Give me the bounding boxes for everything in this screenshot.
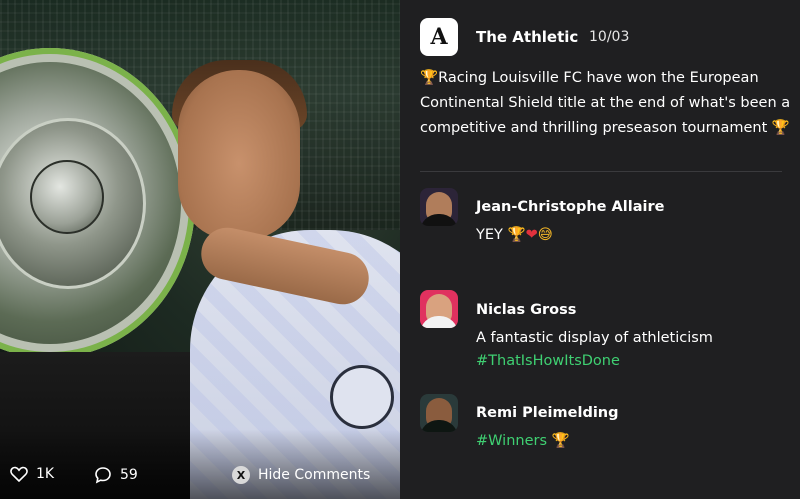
comment-hashtag[interactable]: #Winners — [476, 433, 547, 449]
heart-icon — [10, 466, 28, 482]
post-divider — [420, 171, 782, 172]
comment-author-name[interactable]: Niclas Gross — [476, 302, 576, 318]
comment-hashtag[interactable]: #ThatIsHowItsDone — [476, 353, 620, 369]
hide-comments-button[interactable]: X Hide Comments — [232, 466, 370, 484]
comment-text: A fantastic display of athleticism — [476, 330, 713, 346]
player-face — [178, 70, 300, 240]
commenter-avatar[interactable] — [420, 188, 458, 226]
comment-author-name[interactable]: Jean-Christophe Allaire — [476, 199, 664, 215]
hide-comments-label: Hide Comments — [258, 467, 371, 483]
comment-author-name[interactable]: Remi Pleimelding — [476, 405, 619, 421]
jersey-sponsor-logo — [330, 365, 394, 429]
post-date: 10/03 — [589, 29, 630, 45]
trophy-emoji: 🏆 — [551, 433, 570, 449]
trophy-emoji: 🏆 — [507, 227, 526, 243]
comment-bubble-icon — [94, 466, 112, 484]
avatar-shoulders — [420, 316, 458, 328]
likes-count: 1K — [36, 466, 55, 482]
post-actions-bar: 1K 59 X Hide Comments — [0, 449, 400, 499]
comment-text-body: YEY — [476, 227, 503, 243]
avatar-shoulders — [420, 214, 458, 226]
commenter-avatar[interactable] — [420, 394, 458, 432]
likes-stat[interactable]: 1K — [10, 466, 54, 482]
comment-text: YEY 🏆❤😅 — [476, 226, 553, 243]
comments-stat[interactable]: 59 — [94, 466, 138, 484]
post-caption-text: Racing Louisville FC have won the Europe… — [420, 70, 791, 136]
the-athletic-logo[interactable]: A — [420, 18, 458, 56]
commenter-avatar[interactable] — [420, 290, 458, 328]
trophy-emoji: 🏆 — [420, 70, 439, 86]
heart-emoji: ❤ — [525, 227, 538, 243]
post-caption: 🏆Racing Louisville FC have won the Europ… — [420, 66, 795, 141]
trophy-ball-emblem — [30, 160, 104, 234]
post-image: 1K 59 X Hide Comments — [0, 0, 400, 499]
post-author-name[interactable]: The Athletic — [476, 28, 578, 46]
trophy-emoji: 🏆 — [771, 120, 790, 136]
avatar-shoulders — [420, 420, 458, 432]
social-feed-screen: 1K 59 X Hide Comments A The Athletic 10/… — [0, 0, 800, 499]
comments-count: 59 — [120, 467, 138, 483]
sweat-smile-emoji: 😅 — [537, 227, 553, 243]
x-button-icon: X — [232, 466, 250, 484]
comment-text: #Winners 🏆 — [476, 432, 570, 449]
